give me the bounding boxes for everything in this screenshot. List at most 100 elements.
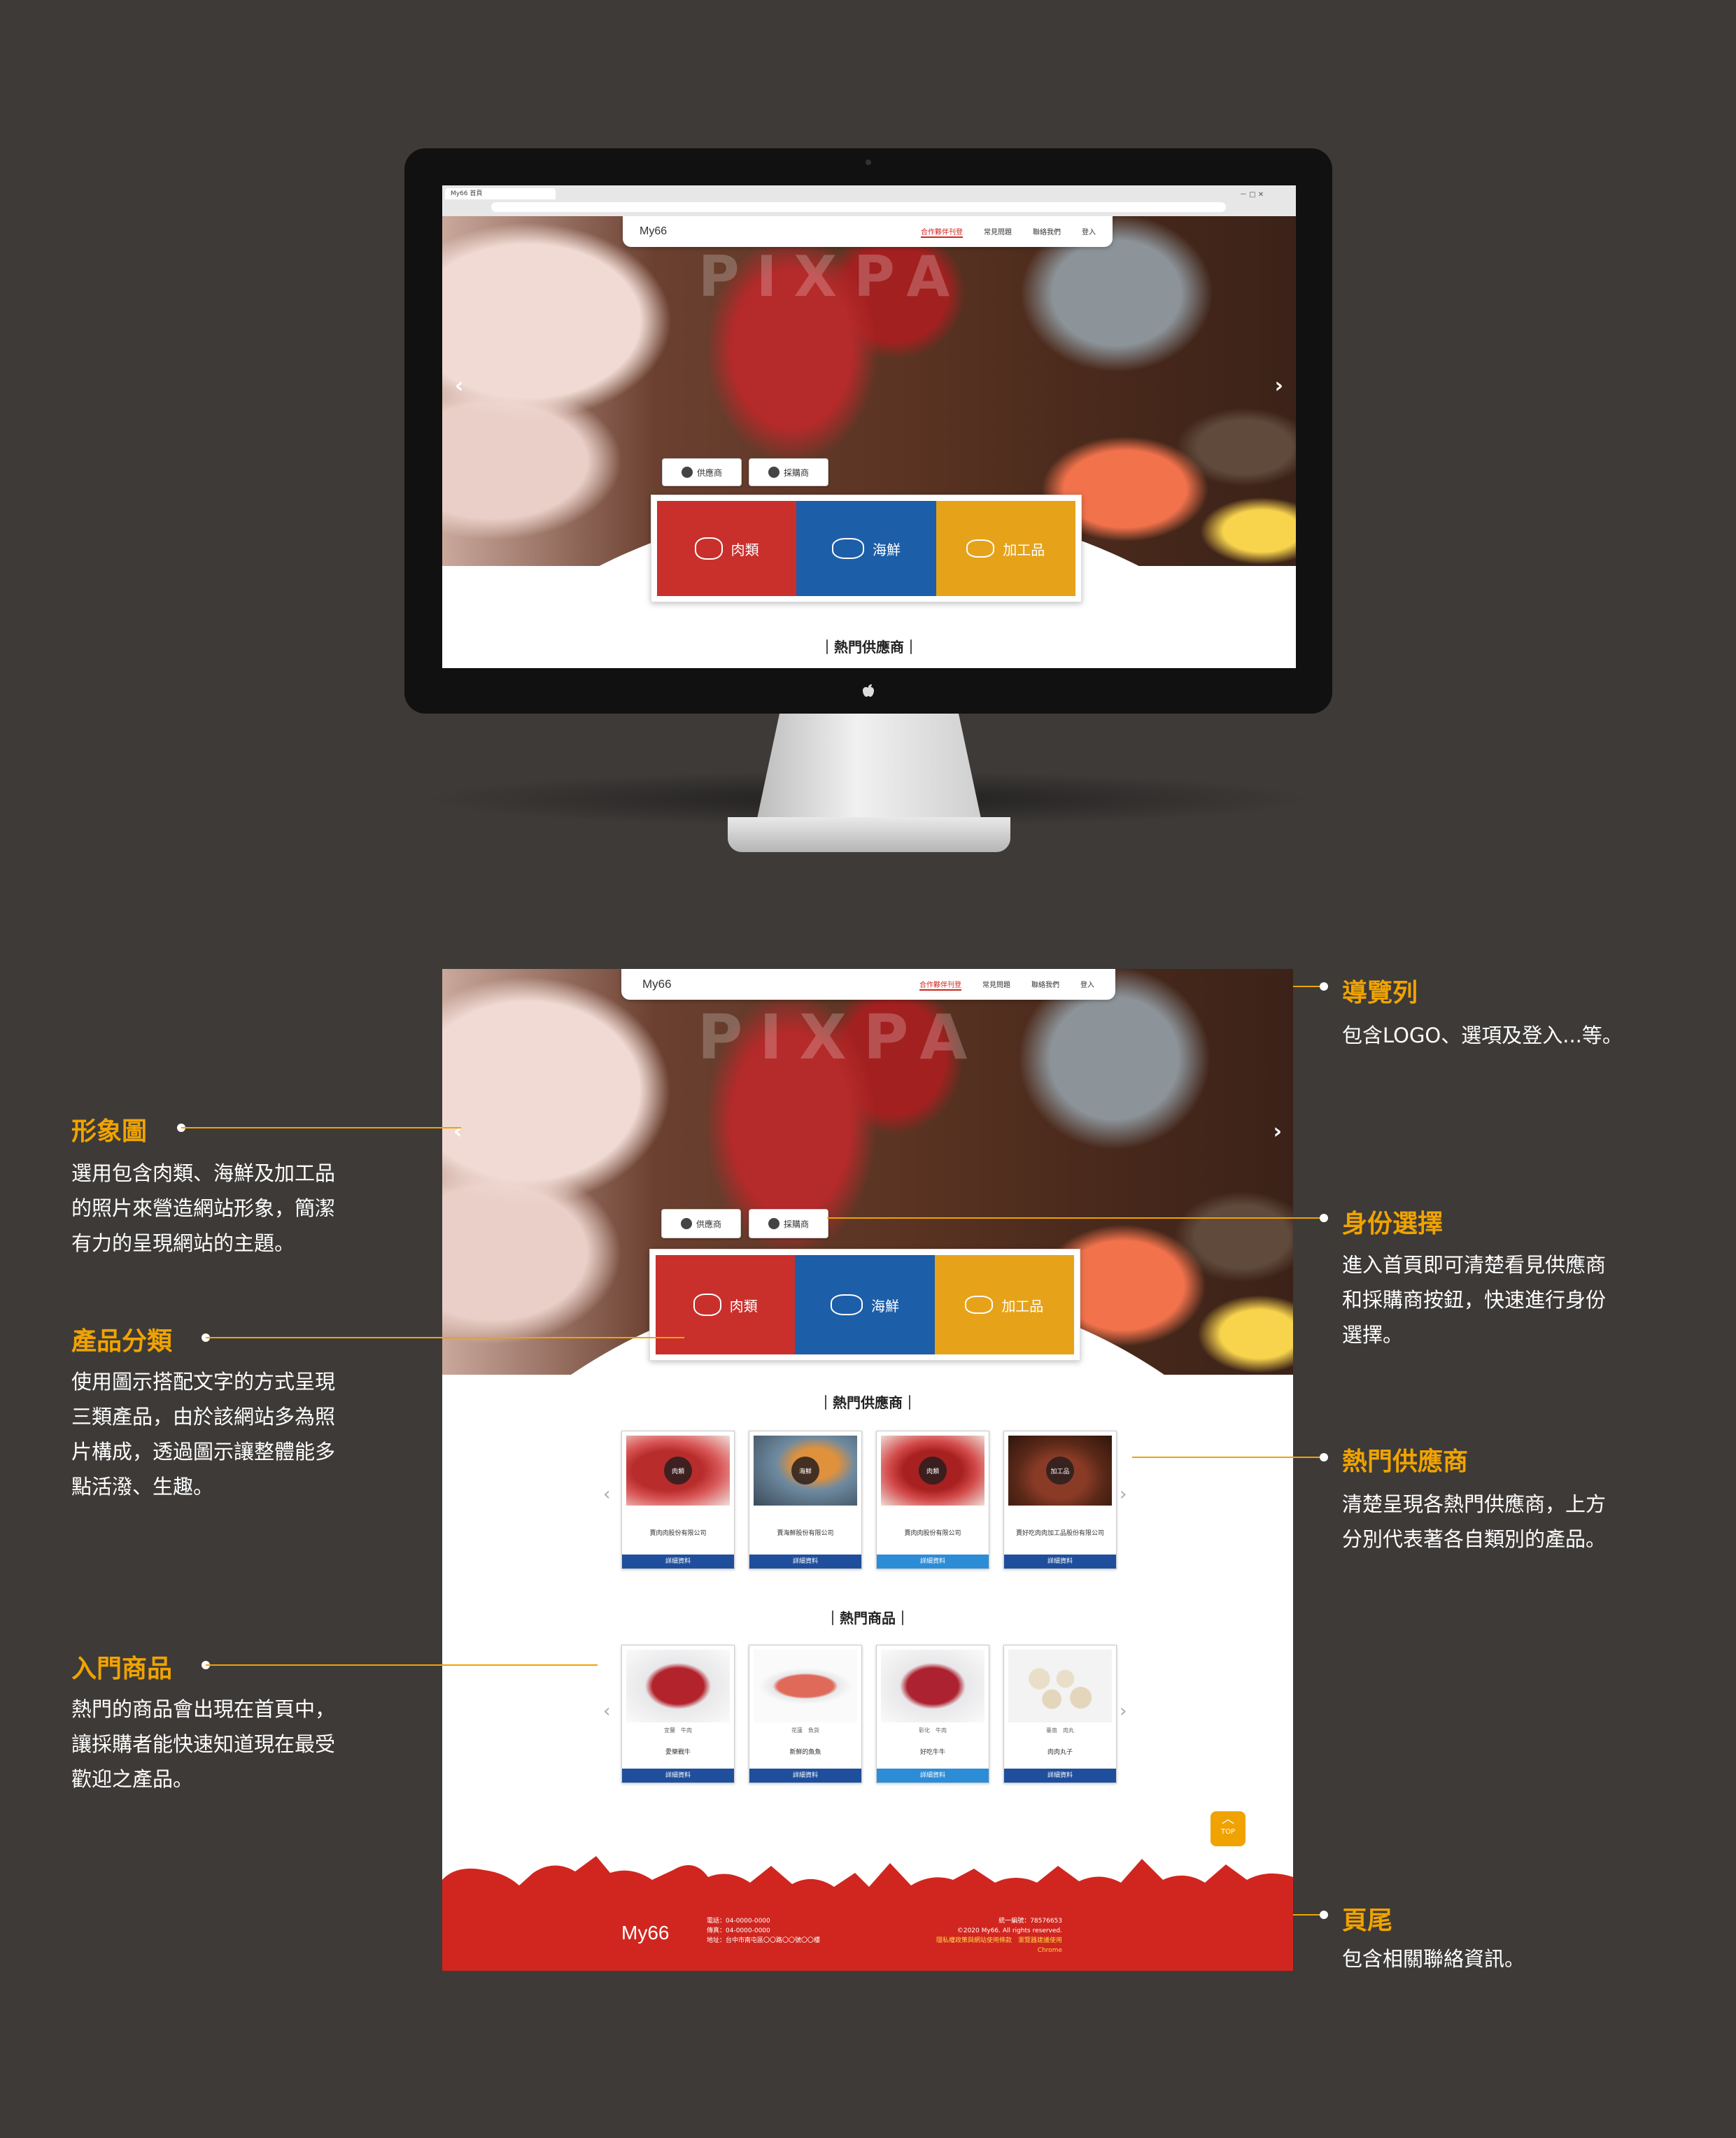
- category-meat-label: 肉類: [731, 541, 759, 558]
- watermark-full: PIXPA: [697, 1001, 985, 1074]
- buyer-label: 採購商: [783, 1219, 809, 1229]
- product-card[interactable]: 臺南 肉丸 肉肉丸子 詳細資料: [1003, 1645, 1117, 1783]
- footer-phone: 電話：04-0000-0000: [707, 1918, 770, 1925]
- product-card[interactable]: 花蓮 魚貨 新鮮的魚魚 詳細資料: [749, 1645, 862, 1783]
- watermark: PIXPA: [698, 244, 967, 309]
- category-bar-full: 肉類 海鮮 加工品: [649, 1249, 1080, 1361]
- footer-logo[interactable]: My66: [621, 1922, 669, 1944]
- nav-login[interactable]: 登入: [1080, 979, 1094, 991]
- supplier-card[interactable]: 肉類 賣肉肉股份有限公司 詳細資料: [876, 1431, 989, 1569]
- hero-next-arrow[interactable]: ›: [1275, 374, 1283, 398]
- hero-prev-arrow[interactable]: ‹: [453, 1119, 462, 1144]
- category-seafood[interactable]: 海鮮: [795, 1255, 935, 1354]
- chevron-up-icon: ︿: [1222, 1812, 1234, 1827]
- privacy-link[interactable]: 隱私權政策與網站使用條款: [936, 1937, 1012, 1944]
- supplier-image: 肉類: [881, 1436, 985, 1506]
- monitor-screen: My66 首頁 － □ ✕ PIXPA ‹ › My66 合作夥伴刊登 常見問題…: [442, 185, 1296, 668]
- hot-products-title: ｜熱門商品｜: [826, 1610, 910, 1627]
- product-detail-button[interactable]: 詳細資料: [1004, 1769, 1116, 1783]
- buyer-button[interactable]: 採購商: [749, 458, 828, 486]
- window-controls[interactable]: － □ ✕: [1240, 188, 1264, 199]
- supplier-detail-button[interactable]: 詳細資料: [877, 1555, 989, 1569]
- product-card[interactable]: 宜蘭 牛肉 愛樂戰牛 詳細資料: [621, 1645, 735, 1783]
- site-logo[interactable]: My66: [642, 977, 672, 991]
- product-name: 新鮮的魚魚: [789, 1749, 821, 1756]
- supplier-badge: 加工品: [1046, 1457, 1074, 1485]
- annotation-suppliers-title: 熱門供應商: [1342, 1447, 1469, 1476]
- supplier-detail-button[interactable]: 詳細資料: [622, 1555, 734, 1569]
- supplier-button[interactable]: 供應商: [661, 1209, 741, 1238]
- nav-contact[interactable]: 聯絡我們: [1031, 979, 1059, 991]
- hero-prev-arrow[interactable]: ‹: [455, 374, 463, 398]
- fish-icon: [831, 538, 864, 559]
- suppliers-next-arrow[interactable]: ›: [1120, 1484, 1127, 1505]
- supplier-card[interactable]: 海鮮 賣海鮮股份有限公司 詳細資料: [749, 1431, 862, 1569]
- buyer-button[interactable]: 採購商: [749, 1209, 828, 1238]
- product-detail-button[interactable]: 詳細資料: [749, 1769, 861, 1783]
- annotation-identity-desc: 進入首頁即可清楚看見供應商 和採購商按鈕，快速進行身份 選擇。: [1342, 1253, 1607, 1347]
- footer-fax: 傳真：04-0000-0000: [707, 1927, 770, 1934]
- supplier-badge: 海鮮: [791, 1457, 819, 1485]
- supplier-card[interactable]: 加工品 賣好吃肉肉加工品股份有限公司 詳細資料: [1003, 1431, 1117, 1569]
- monitor-base: [728, 817, 1010, 852]
- category-processed[interactable]: 加工品: [934, 1255, 1074, 1354]
- annotation-nav-desc: 包含LOGO、選項及登入...等。: [1342, 1024, 1623, 1047]
- category-seafood[interactable]: 海鮮: [796, 501, 936, 596]
- product-image: [1008, 1650, 1112, 1722]
- supplier-label: 供應商: [696, 467, 722, 478]
- meat-icon: [694, 537, 723, 560]
- back-to-top-button[interactable]: ︿ TOP: [1211, 1811, 1245, 1846]
- site-logo[interactable]: My66: [640, 225, 667, 238]
- browser-tab[interactable]: My66 首頁: [445, 188, 556, 199]
- supplier-name: 賣好吃肉肉加工品股份有限公司: [1015, 1529, 1104, 1537]
- supplier-button[interactable]: 供應商: [662, 458, 742, 486]
- monitor-frame: My66 首頁 － □ ✕ PIXPA ‹ › My66 合作夥伴刊登 常見問題…: [404, 148, 1332, 714]
- browser-note: 瀏覽器建議使用 Chrome: [1017, 1937, 1062, 1954]
- apple-logo-icon: [863, 684, 874, 697]
- monitor-stand: [757, 714, 981, 819]
- product-image: [754, 1650, 857, 1722]
- nav-login[interactable]: 登入: [1082, 226, 1096, 238]
- product-meta: 宜蘭 牛肉: [664, 1727, 692, 1734]
- annotation-dot: [1320, 1453, 1328, 1461]
- nav-partner[interactable]: 合作夥伴刊登: [921, 226, 963, 238]
- sausage-icon: [966, 539, 995, 558]
- nav-faq[interactable]: 常見問題: [984, 226, 1012, 238]
- hot-suppliers-title: ｜熱門供應商｜: [820, 639, 918, 656]
- category-meat[interactable]: 肉類: [657, 501, 797, 596]
- suppliers-prev-arrow[interactable]: ‹: [603, 1484, 610, 1505]
- products-next-arrow[interactable]: ›: [1120, 1701, 1127, 1722]
- category-meat[interactable]: 肉類: [656, 1255, 796, 1354]
- annotation-hero-desc: 選用包含肉類、海鮮及加工品 的照片來營造網站形象，簡潔 有力的呈現網站的主題。: [71, 1161, 336, 1255]
- product-name: 愛樂戰牛: [665, 1749, 691, 1756]
- nav-partner[interactable]: 合作夥伴刊登: [919, 979, 961, 991]
- product-meta: 臺南 肉丸: [1046, 1727, 1074, 1734]
- supplier-badge: 肉類: [664, 1457, 692, 1485]
- product-meta: 花蓮 魚貨: [791, 1727, 819, 1734]
- annotation-category-title: 產品分類: [71, 1327, 173, 1356]
- navbar: My66 合作夥伴刊登 常見問題 聯絡我們 登入: [623, 216, 1113, 247]
- user-icon: [768, 467, 779, 478]
- user-icon: [681, 467, 693, 478]
- product-card[interactable]: 彰化 牛肉 好吃牛牛 詳細資料: [876, 1645, 989, 1783]
- product-detail-button[interactable]: 詳細資料: [622, 1769, 734, 1783]
- annotation-footer-desc: 包含相關聯絡資訊。: [1342, 1947, 1525, 1971]
- fish-icon: [830, 1294, 863, 1315]
- annotation-line: [1132, 1457, 1324, 1458]
- hero-next-arrow[interactable]: ›: [1273, 1119, 1282, 1144]
- product-detail-button[interactable]: 詳細資料: [877, 1769, 989, 1783]
- supplier-badge: 肉類: [919, 1457, 947, 1485]
- nav-faq[interactable]: 常見問題: [982, 979, 1010, 991]
- annotation-line: [206, 1337, 684, 1338]
- nav-contact[interactable]: 聯絡我們: [1033, 226, 1061, 238]
- user-icon: [768, 1218, 779, 1229]
- address-bar[interactable]: [491, 202, 1226, 212]
- supplier-detail-button[interactable]: 詳細資料: [749, 1555, 861, 1569]
- hot-suppliers-title-text: 熱門供應商: [834, 639, 904, 656]
- supplier-detail-button[interactable]: 詳細資料: [1004, 1555, 1116, 1569]
- category-processed-label: 加工品: [1001, 1297, 1044, 1315]
- products-prev-arrow[interactable]: ‹: [603, 1701, 610, 1722]
- navbar-full: My66 合作夥伴刊登 常見問題 聯絡我們 登入: [621, 969, 1115, 1000]
- supplier-card[interactable]: 肉類 賣肉肉股份有限公司 詳細資料: [621, 1431, 735, 1569]
- category-processed[interactable]: 加工品: [936, 501, 1075, 596]
